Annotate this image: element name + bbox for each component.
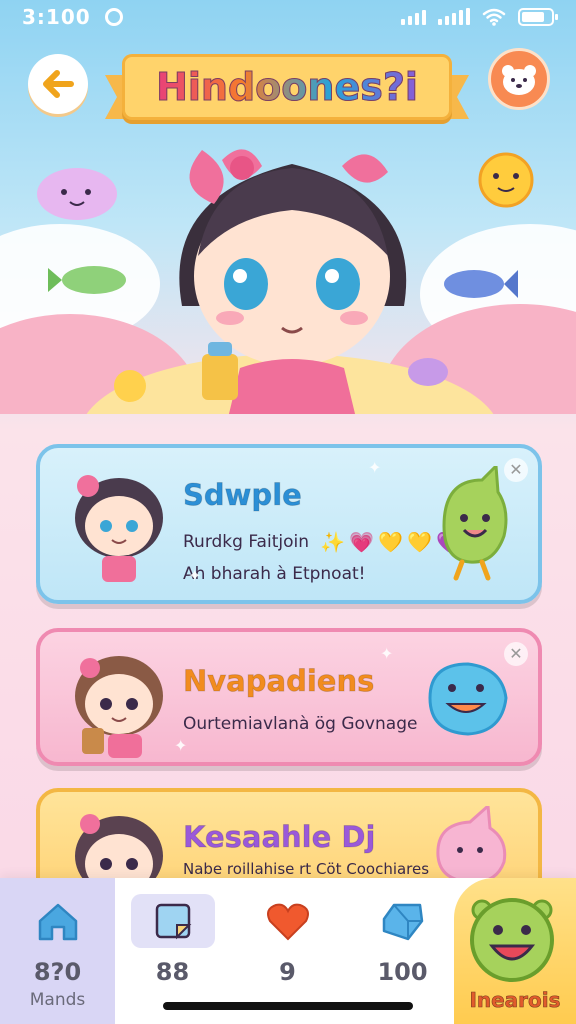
sparkle-icon: ✦ [380, 644, 394, 663]
tab-notes-icon-wrap [130, 894, 215, 948]
card-1-subtitle-text: Rurdkg Faitjoin [183, 532, 309, 552]
card-3-subtitle: Nabe roillahise rt Cöt Coochiares [183, 860, 430, 878]
battery-icon [518, 8, 558, 26]
status-bar: 3:100 [0, 0, 576, 34]
bear-face-icon [502, 65, 536, 95]
home-indicator[interactable] [163, 1002, 413, 1010]
tab-favorites-value: 9 [279, 958, 296, 986]
pink-heart-icon: 💗 [349, 530, 375, 554]
tab-gems-icon-wrap [361, 894, 445, 948]
pink-creature-icon [436, 806, 507, 884]
notepad-icon [155, 903, 191, 940]
card-1-title: Sdwple [183, 478, 303, 513]
sparkle-icon: ✦ [174, 736, 188, 755]
tab-gems-value: 100 [377, 958, 428, 986]
green-monster-icon [442, 466, 508, 581]
close-icon[interactable]: ✕ [504, 642, 528, 666]
pink-ghost-icon [37, 168, 117, 220]
tab-notes-value: 88 [155, 958, 190, 986]
hero-illustration: Hindoones?i [0, 34, 576, 414]
card-1-subtitle: Rurdkg Faitjoin ✨ 💗 💛 💛 💜 [183, 532, 461, 552]
tab-home[interactable]: 8?0 Mands [0, 878, 115, 1024]
yellow-sun-creature-icon [478, 152, 534, 208]
tab-favorites-icon-wrap [246, 894, 330, 948]
anime-girl-illustration [179, 149, 407, 414]
blue-fish-monster-icon [428, 662, 508, 736]
sparkle-icon: ✦ [188, 566, 202, 585]
arrow-left-icon [43, 70, 74, 98]
card-2-avatar [75, 656, 163, 758]
tab-home-label: Mands [29, 990, 86, 1010]
mascot-action-button[interactable]: Inearois [454, 878, 576, 1024]
back-button[interactable] [28, 54, 88, 114]
gem-icon [382, 903, 423, 941]
close-icon[interactable]: ✕ [504, 458, 528, 482]
yellow-heart-icon: 💛 [378, 530, 404, 554]
story-card-1[interactable]: Sdwple Rurdkg Faitjoin ✨ 💗 💛 💛 💜 Ah bhar… [36, 444, 542, 604]
title-banner: Hindoones?i [122, 54, 452, 120]
card-1-description: Ah bharah à Etpnoat! [183, 564, 366, 584]
heart-icon [266, 903, 309, 941]
yellow-heart-icon: 💛 [407, 530, 433, 554]
signal-icon [401, 9, 426, 25]
card-2-title: Nvapadiens [182, 664, 375, 699]
sparkle-icon: ✨ [320, 530, 346, 554]
mascot-action-label: Inearois [469, 988, 561, 1013]
blue-fish-icon [444, 270, 518, 298]
tab-home-value: 8?0 [33, 958, 82, 986]
sparkle-icon: ✦ [368, 458, 382, 477]
profile-button[interactable] [488, 48, 550, 110]
card-1-avatar [75, 475, 163, 582]
status-time: 3:100 [22, 5, 91, 29]
page-title: Hindoones?i [156, 65, 419, 110]
card-3-title: Kesaahle Dj [182, 820, 376, 855]
story-card-2[interactable]: Nvapadiens Ourtemiavlanà ög Govnage ✕ ✦ … [36, 628, 542, 766]
wifi-icon [482, 8, 506, 26]
signal-2-icon [438, 8, 470, 25]
settings-status-icon [104, 8, 123, 26]
green-fish-icon [48, 266, 126, 294]
house-icon [38, 903, 77, 941]
tab-home-icon-wrap [16, 894, 100, 948]
card-2-subtitle: Ourtemiavlanà ög Govnage [183, 714, 418, 734]
smiley-face-icon [470, 898, 554, 982]
